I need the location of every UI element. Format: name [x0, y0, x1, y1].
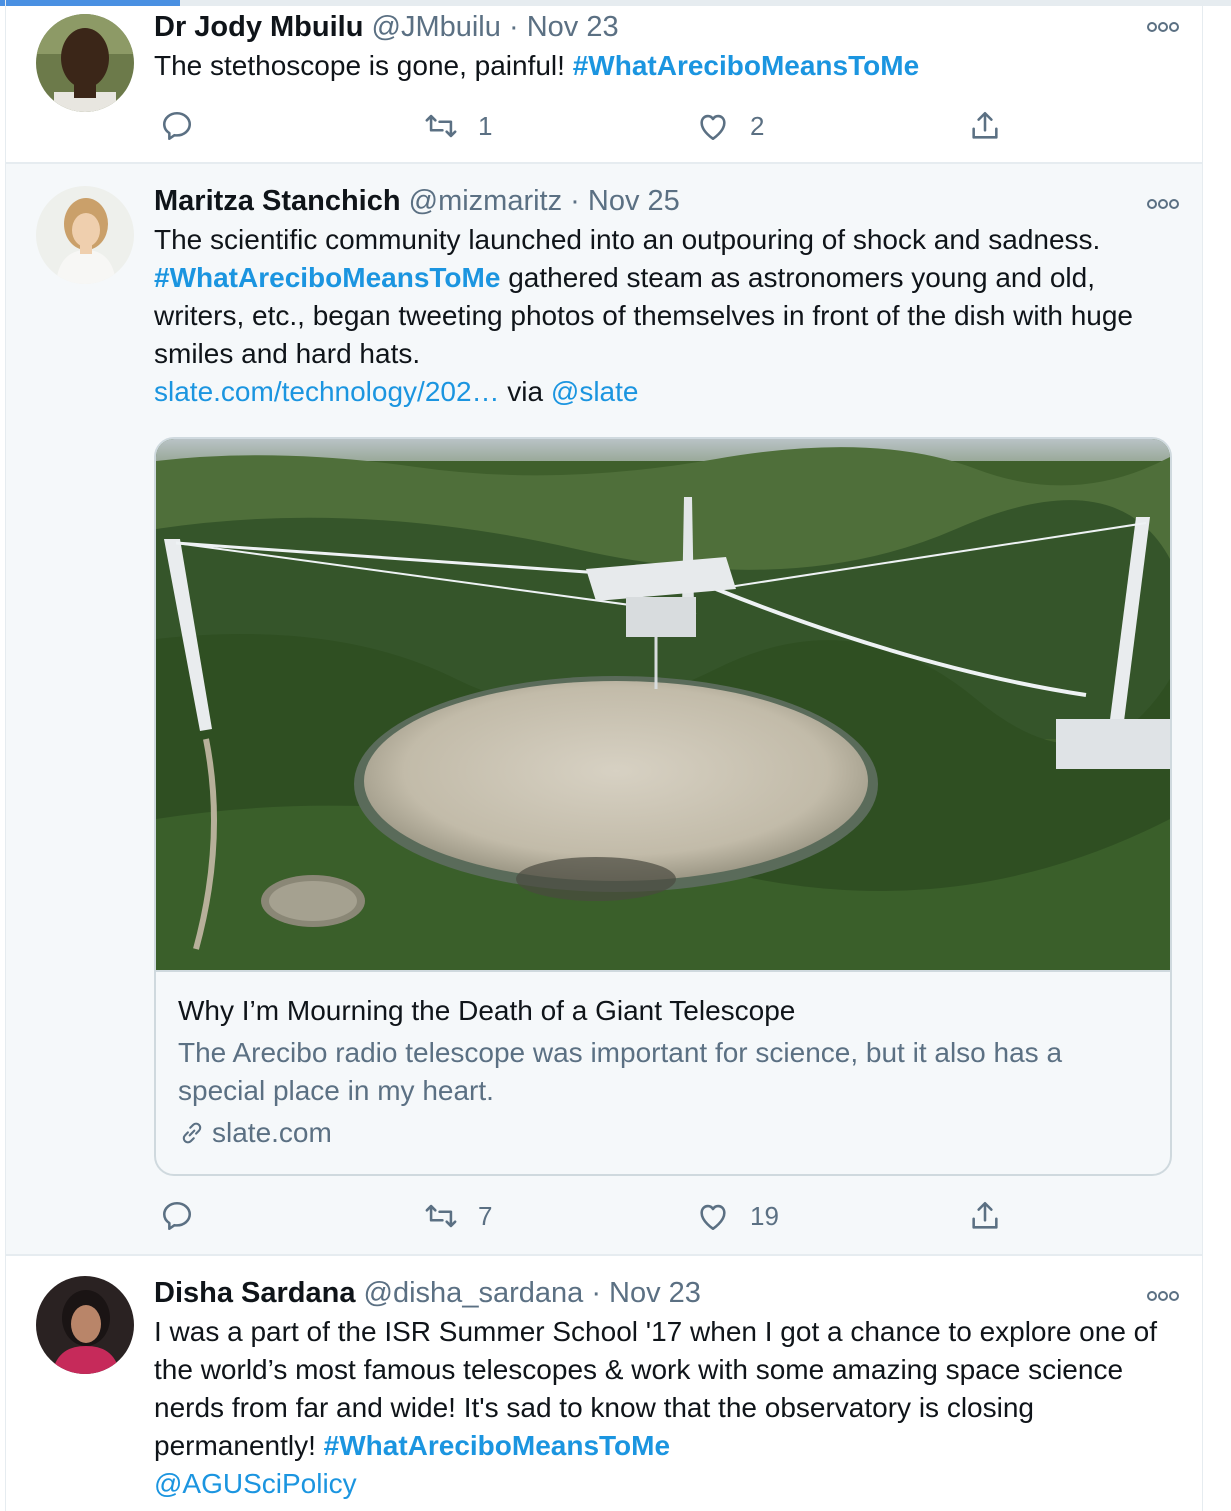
separator-dot: ·: [508, 11, 519, 43]
tweet-date[interactable]: Nov 25: [588, 185, 680, 217]
more-icon[interactable]: [1146, 20, 1180, 34]
tweet-actions: 7 19: [154, 1196, 1034, 1236]
author-name[interactable]: Disha Sardana: [154, 1277, 355, 1309]
tweet-text: The scientific community launched into a…: [154, 221, 1174, 411]
separator-dot: ·: [591, 1277, 601, 1309]
share-icon: [972, 111, 998, 139]
tweet-content: Maritza Stanchich @mizmaritz · Nov 25 Th…: [154, 183, 1174, 411]
tweet-actions: 1 2: [154, 106, 1034, 146]
hashtag-link[interactable]: #WhatAreciboMeansToMe: [324, 1430, 670, 1461]
timeline-border-right: [1202, 0, 1203, 1511]
avatar[interactable]: [36, 186, 134, 284]
retweet-button[interactable]: 7: [424, 1196, 492, 1236]
retweet-icon: [425, 114, 457, 138]
avatar[interactable]: [36, 14, 134, 112]
tweet-text-plain: The stethoscope is gone, painful!: [154, 50, 573, 81]
card-domain-row: slate.com: [178, 1114, 1153, 1152]
retweet-count: 7: [478, 1200, 493, 1231]
card-title[interactable]: Why I’m Mourning the Death of a Giant Te…: [178, 992, 1153, 1030]
card-description: The Arecibo radio telescope was importan…: [178, 1037, 1063, 1106]
author-name[interactable]: Dr Jody Mbuilu: [154, 11, 363, 43]
reply-icon: [162, 1201, 192, 1231]
reply-icon: [162, 111, 192, 141]
author-handle[interactable]: @JMbuilu: [372, 11, 501, 43]
tweet-text: The stethoscope is gone, painful! #WhatA…: [154, 47, 1174, 85]
tweet-text-part1: The scientific community launched into a…: [154, 224, 1101, 255]
author-name[interactable]: Maritza Stanchich: [154, 185, 401, 217]
tweet-header: Disha Sardana @disha_sardana · Nov 23: [154, 1275, 1174, 1311]
author-handle[interactable]: @disha_sardana: [364, 1277, 584, 1309]
tweet-date[interactable]: Nov 23: [527, 11, 619, 43]
tweet-date[interactable]: Nov 23: [609, 1277, 701, 1309]
like-count: 19: [750, 1200, 779, 1231]
tweet[interactable]: Dr Jody Mbuilu @JMbuilu · Nov 23 The ste…: [6, 6, 1202, 162]
more-icon[interactable]: [1146, 1289, 1180, 1303]
retweet-icon: [425, 1204, 457, 1228]
tweet[interactable]: Maritza Stanchich @mizmaritz · Nov 25 Th…: [6, 164, 1202, 1254]
like-button[interactable]: 19: [696, 1196, 779, 1236]
reply-button[interactable]: [160, 1196, 214, 1236]
avatar[interactable]: [36, 1276, 134, 1374]
via-text: via: [499, 376, 551, 407]
like-count: 2: [750, 110, 765, 141]
tweet-header: Maritza Stanchich @mizmaritz · Nov 25: [154, 183, 1174, 219]
like-button[interactable]: 2: [696, 106, 764, 146]
like-icon: [700, 114, 726, 141]
tweet-text: I was a part of the ISR Summer School '1…: [154, 1313, 1174, 1503]
hashtag-link[interactable]: #WhatAreciboMeansToMe: [154, 262, 500, 293]
author-handle[interactable]: @mizmaritz: [409, 185, 562, 217]
mention-link[interactable]: @slate: [551, 376, 639, 407]
hashtag-link[interactable]: #WhatAreciboMeansToMe: [573, 50, 919, 81]
tweet[interactable]: Disha Sardana @disha_sardana · Nov 23 I …: [6, 1256, 1202, 1511]
tweet-content: Dr Jody Mbuilu @JMbuilu · Nov 23 The ste…: [154, 9, 1174, 85]
more-icon[interactable]: [1146, 197, 1180, 211]
tweet-content: Disha Sardana @disha_sardana · Nov 23 I …: [154, 1275, 1174, 1503]
card-image[interactable]: [156, 439, 1170, 972]
tweet-header: Dr Jody Mbuilu @JMbuilu · Nov 23: [154, 9, 1174, 45]
card-text: Why I’m Mourning the Death of a Giant Te…: [178, 992, 1153, 1152]
mention-link[interactable]: @AGUSciPolicy: [154, 1468, 357, 1499]
share-button[interactable]: [968, 106, 1002, 146]
link-icon: [182, 1122, 202, 1144]
retweet-count: 1: [478, 110, 493, 141]
share-button[interactable]: [968, 1196, 1002, 1236]
card-domain: slate.com: [212, 1117, 332, 1148]
retweet-button[interactable]: 1: [424, 106, 492, 146]
reply-button[interactable]: [160, 106, 214, 146]
separator-dot: ·: [570, 185, 580, 217]
link-card[interactable]: Why I’m Mourning the Death of a Giant Te…: [154, 437, 1172, 1176]
share-icon: [972, 1201, 998, 1229]
like-icon: [700, 1204, 726, 1231]
article-link[interactable]: slate.com/technology/202…: [154, 376, 500, 407]
